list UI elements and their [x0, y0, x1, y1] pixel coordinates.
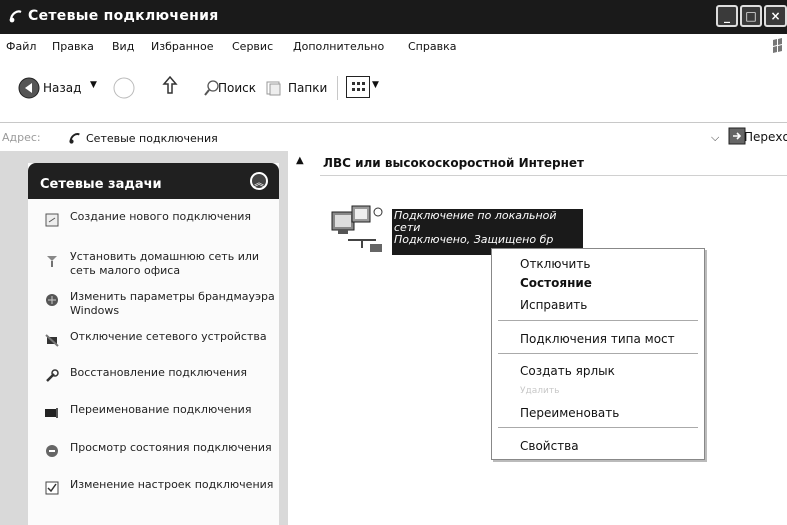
- menu-item-bridge[interactable]: Подключения типа мост: [492, 329, 704, 349]
- menu-item-status[interactable]: Состояние: [492, 273, 704, 293]
- menu-tools[interactable]: Сервис: [232, 40, 273, 53]
- task-label: Отключение сетевого устройства: [70, 330, 267, 343]
- search-button[interactable]: Поиск: [218, 81, 256, 95]
- up-folder-icon[interactable]: [160, 75, 180, 99]
- back-dropdown-icon[interactable]: ▼: [90, 80, 97, 90]
- menu-separator: [498, 320, 698, 321]
- connection-name: Подключение по локальной: [394, 209, 557, 222]
- task-label: Изменить параметры брандмауэра Windows: [70, 290, 275, 317]
- minimize-icon: _: [724, 9, 730, 23]
- address-value[interactable]: Сетевые подключения: [86, 132, 218, 145]
- windows-logo-icon: [773, 38, 782, 53]
- menu-item-repair[interactable]: Исправить: [492, 295, 704, 315]
- back-button-label[interactable]: Назад: [43, 81, 81, 95]
- task-label: Просмотр состояния подключения: [70, 441, 272, 454]
- menu-edit[interactable]: Правка: [52, 40, 94, 53]
- minimize-button[interactable]: _: [716, 5, 738, 27]
- connection-status: Подключено, Защищено бр: [394, 233, 554, 246]
- rename-icon: [45, 408, 58, 418]
- window-title: Сетевые подключения: [28, 8, 219, 24]
- menu-favorites[interactable]: Избранное: [151, 40, 213, 53]
- forward-arrow-icon[interactable]: [113, 77, 135, 99]
- disable-device-icon: [45, 334, 59, 347]
- group-divider: [320, 175, 787, 176]
- menu-file[interactable]: Файл: [6, 40, 36, 53]
- menu-view[interactable]: Вид: [112, 40, 134, 53]
- home-network-icon: [47, 256, 57, 267]
- network-connections-icon: [69, 133, 80, 144]
- menu-separator: [498, 353, 698, 354]
- close-button[interactable]: ×: [764, 5, 787, 27]
- task-label: Восстановление подключения: [70, 366, 248, 379]
- menu-item-disconnect[interactable]: Отключить: [492, 254, 704, 274]
- views-button[interactable]: [346, 76, 370, 98]
- menu-advanced[interactable]: Дополнительно: [293, 40, 384, 53]
- menu-item-rename[interactable]: Переименовать: [492, 403, 704, 423]
- collapse-chevron-icon[interactable]: ︽: [250, 172, 268, 190]
- folders-button[interactable]: Папки: [288, 81, 327, 95]
- settings-icon: [45, 481, 59, 495]
- close-icon: ×: [770, 9, 781, 23]
- address-label: Адрес:: [2, 131, 41, 144]
- group-collapse-icon[interactable]: ▲: [296, 155, 304, 166]
- folders-icon: [266, 81, 281, 96]
- task-label: Создание нового подключения: [70, 210, 252, 223]
- network-tasks-title: Сетевые задачи: [40, 177, 162, 192]
- repair-icon: [46, 369, 59, 382]
- lan-connection-icon[interactable]: [328, 200, 388, 256]
- menu-item-delete: Удалить: [520, 386, 560, 396]
- group-title: ЛВС или высокоскоростной Интернет: [323, 156, 584, 170]
- status-icon: [46, 445, 58, 457]
- menu-help[interactable]: Справка: [408, 40, 456, 53]
- maximize-button[interactable]: □: [740, 5, 762, 27]
- menu-bar: Файл Правка Вид Избранное Сервис Дополни…: [0, 36, 787, 58]
- new-connection-icon: [45, 213, 59, 227]
- menu-separator: [498, 427, 698, 428]
- task-label: Изменение настроек подключения: [70, 478, 274, 491]
- context-menu: Отключить Состояние Исправить Подключени…: [491, 248, 705, 460]
- task-label: Переименование подключения: [70, 403, 252, 416]
- views-dropdown-icon[interactable]: ▼: [372, 80, 379, 90]
- task-label: Установить домашнюю сеть или сеть малого…: [70, 250, 260, 277]
- menu-item-properties[interactable]: Свойства: [492, 436, 704, 456]
- menu-item-create-shortcut[interactable]: Создать ярлык: [492, 361, 704, 381]
- maximize-icon: □: [745, 9, 757, 23]
- views-icon: [352, 82, 365, 91]
- firewall-icon: [46, 294, 58, 306]
- go-button[interactable]: Переход: [744, 130, 787, 144]
- back-arrow-icon[interactable]: [18, 77, 40, 99]
- address-dropdown-icon[interactable]: ⌵: [711, 131, 719, 145]
- pane-splitter[interactable]: [290, 151, 310, 525]
- network-connections-icon: [9, 10, 22, 23]
